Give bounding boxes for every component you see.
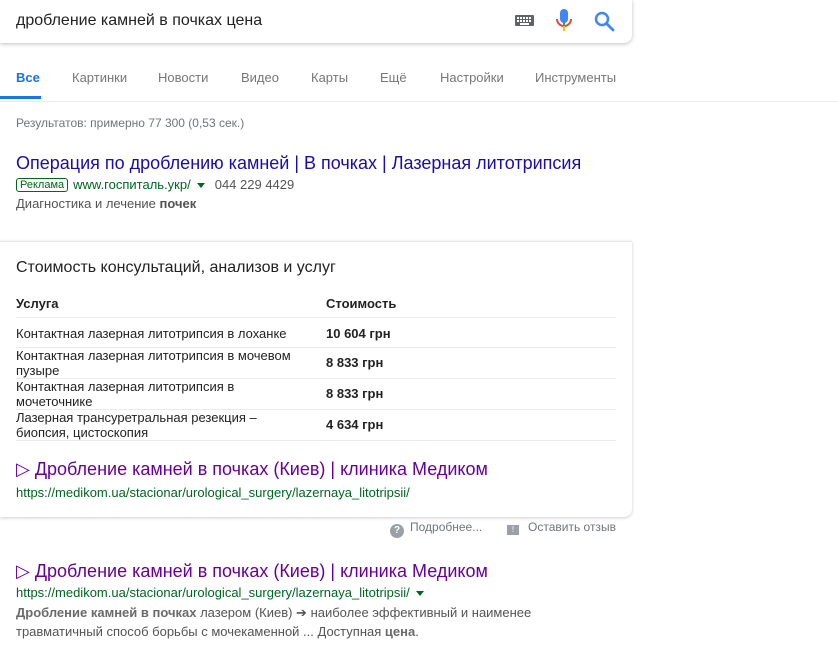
featured-snippet-card: Стоимость консультаций, анализов и услуг… — [0, 241, 632, 517]
result-stats: Результатов: примерно 77 300 (0,53 сек.) — [16, 116, 245, 130]
tab-images[interactable]: Картинки — [72, 70, 127, 85]
tab-more[interactable]: Ещё — [380, 70, 407, 85]
more-info-label: Подробнее... — [410, 520, 483, 534]
search-tabs: Все Картинки Новости Видео Карты Ещё Нас… — [0, 43, 838, 102]
leave-feedback-label: Оставить отзыв — [528, 520, 616, 534]
table-cell-service: Контактная лазерная литотрипсия в мочето… — [16, 379, 235, 409]
ad-url[interactable]: www.госпиталь.укр/ — [73, 177, 191, 192]
mic-icon[interactable] — [555, 8, 573, 34]
search-icon[interactable] — [592, 9, 616, 33]
table-row: Контактная лазерная литотрипсия в лоханк… — [16, 317, 616, 348]
ad-url-line: Реклама www.госпиталь.укр/044 229 4429 — [16, 177, 294, 192]
feedback-icon: ! — [507, 525, 519, 535]
tab-maps[interactable]: Карты — [311, 70, 348, 85]
table-cell-service: Лазерная трансуретральная резекция – био… — [16, 410, 257, 440]
tab-tools[interactable]: Инструменты — [535, 70, 616, 85]
result-title-link[interactable]: ▷ Дробление камней в почках (Киев) | кли… — [16, 561, 488, 582]
table-row: Лазерная трансуретральная резекция – био… — [16, 409, 616, 441]
tab-all[interactable]: Все — [16, 70, 40, 85]
leave-feedback-link[interactable]: ! Оставить отзыв — [507, 520, 616, 535]
keyboard-icon[interactable] — [515, 15, 534, 26]
snippet-text-end: . — [415, 624, 419, 639]
card-result-url: https://medikom.ua/stacionar/urological_… — [16, 485, 410, 500]
ad-description: Диагностика и лечение почек — [16, 196, 196, 211]
ad-phone[interactable]: 044 229 4429 — [215, 177, 295, 192]
result-snippet: Дробление камней в почках лазером (Киев)… — [16, 603, 576, 641]
table-row: Контактная лазерная литотрипсия в мочево… — [16, 347, 616, 379]
ad-desc-text: Диагностика и лечение — [16, 196, 160, 211]
result-url-line: https://medikom.ua/stacionar/urological_… — [16, 585, 430, 600]
more-info-link[interactable]: ? Подробнее... — [390, 520, 482, 538]
table-cell-price: 8 833 грн — [326, 386, 384, 401]
table-cell-service: Контактная лазерная литотрипсия в мочево… — [16, 348, 291, 378]
caret-down-icon[interactable] — [196, 182, 205, 188]
table-cell-price: 10 604 грн — [326, 326, 391, 341]
table-cell-service: Контактная лазерная литотрипсия в лоханк… — [16, 326, 287, 341]
table-header-service: Услуга — [16, 296, 59, 311]
tab-news[interactable]: Новости — [158, 70, 208, 85]
table-row: Контактная лазерная литотрипсия в мочето… — [16, 378, 616, 410]
table-header-price: Стоимость — [326, 296, 397, 311]
snippet-bold: Дробление камней в почках — [16, 605, 197, 620]
ad-desc-bold: почек — [159, 196, 197, 211]
tab-video[interactable]: Видео — [241, 70, 279, 85]
search-box[interactable]: дробление камней в почках цена — [0, 0, 632, 43]
card-result-link[interactable]: ▷ Дробление камней в почках (Киев) | кли… — [16, 459, 488, 480]
tab-settings[interactable]: Настройки — [440, 70, 504, 85]
result-url: https://medikom.ua/stacionar/urological_… — [16, 585, 410, 600]
snippet-bold: цена — [384, 624, 416, 639]
active-tab-indicator — [0, 96, 41, 99]
card-title: Стоимость консультаций, анализов и услуг — [16, 259, 336, 276]
caret-down-icon[interactable] — [415, 590, 424, 596]
table-cell-price: 4 634 грн — [326, 417, 384, 432]
ad-title-link[interactable]: Операция по дроблению камней | В почках … — [16, 153, 581, 174]
table-cell-price: 8 833 грн — [326, 355, 384, 370]
ad-badge: Реклама — [16, 178, 69, 192]
search-input[interactable]: дробление камней в почках цена — [16, 12, 262, 30]
help-icon: ? — [390, 524, 404, 538]
